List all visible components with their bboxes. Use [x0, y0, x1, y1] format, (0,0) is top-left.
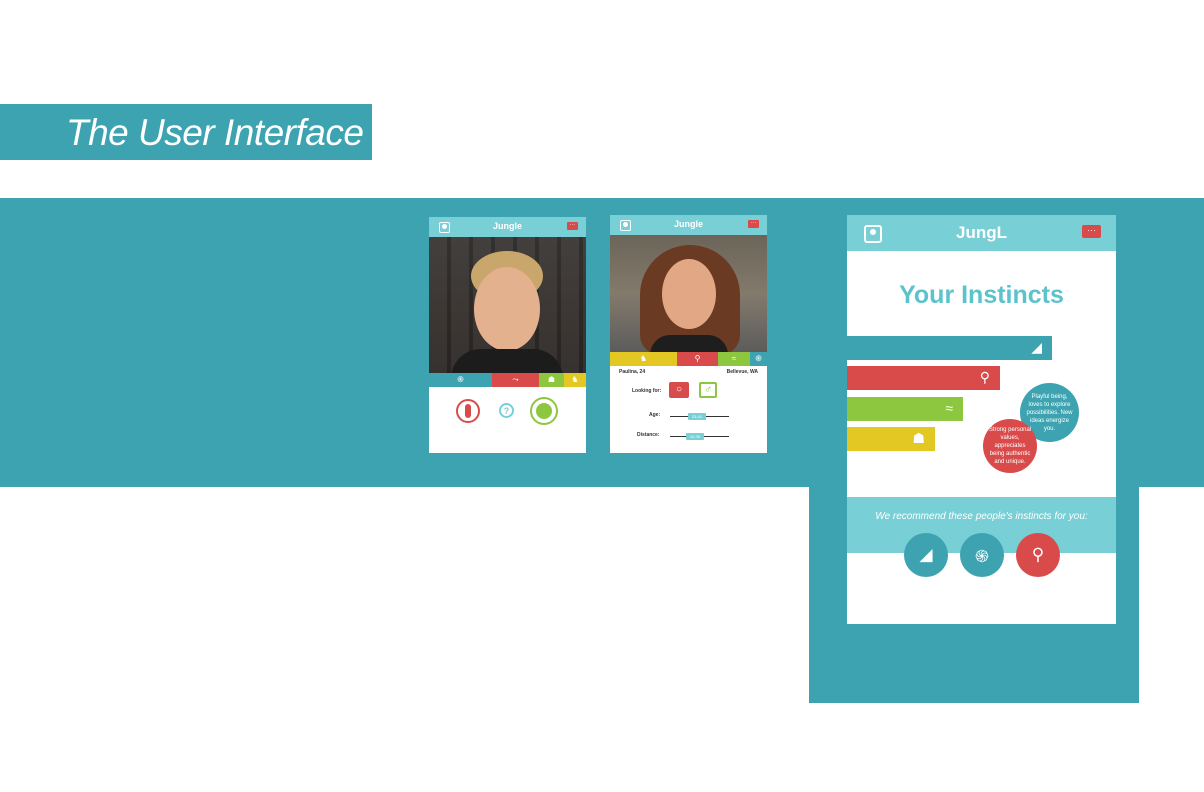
instinct-strip: ♞ ⚲ ≈ ֍ — [610, 352, 767, 366]
profile-location: Bellevue, WA — [726, 369, 758, 375]
instinct-bubble-red: Strong personal values, appreciates bein… — [983, 419, 1037, 473]
instinct-bar-dolphin: ◢ — [847, 336, 1052, 360]
profile-photo[interactable] — [429, 237, 586, 373]
person-shirt — [451, 349, 563, 373]
instinct-bar-flamingo: ⚲ — [847, 366, 1000, 390]
dolphin-icon[interactable]: ◢ — [904, 533, 948, 577]
app-logo: JungL — [956, 223, 1007, 242]
recommend-text: We recommend these people's instincts fo… — [875, 511, 1088, 522]
flamingo-icon: ⚲ — [677, 352, 718, 366]
apple-icon[interactable] — [530, 397, 558, 425]
question-button[interactable]: ? — [499, 403, 514, 418]
octopus-icon: ֍ — [750, 352, 767, 366]
chat-icon[interactable]: ··· — [567, 222, 578, 230]
age-slider[interactable]: 23-41 — [688, 413, 706, 420]
monkey-icon: ⤳ — [492, 373, 539, 387]
flamingo-icon[interactable]: ⚲ — [1016, 533, 1060, 577]
person-face — [474, 267, 540, 351]
action-row: ? — [429, 387, 586, 453]
profile-details: Paulina, 24 Bellevue, WA Looking for: ○ … — [610, 366, 767, 452]
distance-label: Distance: — [637, 432, 660, 438]
dog-icon: ♞ — [610, 352, 677, 366]
octopus-icon: ֍ — [429, 373, 492, 387]
phone-screen-profile: Jungle ··· ♞ ⚲ ≈ ֍ Paulina, 24 Bellevue,… — [610, 215, 767, 453]
slide-title: The User Interface — [66, 112, 364, 153]
dog-icon: ♞ — [564, 373, 586, 387]
turtle-icon: ☗ — [912, 430, 925, 446]
crocodile-icon: ≈ — [718, 352, 750, 366]
search-icon[interactable]: ○ — [669, 382, 689, 398]
turtle-icon: ☗ — [539, 373, 564, 387]
phone-screen-instincts: JungL ··· Your Instincts ◢ ⚲ ≈ ☗ Playful… — [847, 215, 1116, 624]
instinct-strip: ֍ ⤳ ☗ ♞ — [429, 373, 586, 387]
chat-icon[interactable]: ··· — [1082, 225, 1101, 238]
app-header: Jungle ··· — [610, 215, 767, 235]
profile-name: Paulina, 24 — [619, 369, 646, 375]
looking-for-label: Looking for: — [632, 388, 662, 394]
male-icon[interactable]: ♂ — [699, 382, 717, 398]
person-face — [662, 259, 716, 329]
apple-core-icon[interactable] — [456, 399, 480, 423]
app-header: Jungle ··· — [429, 217, 586, 237]
flamingo-icon: ⚲ — [979, 369, 990, 385]
instinct-bar-crocodile: ≈ — [847, 397, 963, 421]
crocodile-icon: ≈ — [945, 400, 953, 416]
octopus-icon[interactable]: ֍ — [960, 533, 1004, 577]
instincts-heading: Your Instincts — [899, 281, 1064, 309]
age-label: Age: — [649, 412, 661, 418]
distance-slider[interactable]: 10-35 — [686, 433, 704, 440]
app-logo: Jungle — [492, 221, 522, 231]
phone-screen-swipe: Jungle ··· ֍ ⤳ ☗ ♞ ? — [429, 217, 586, 453]
dolphin-icon: ◢ — [1031, 339, 1042, 355]
title-banner: The User Interface — [0, 104, 372, 160]
app-header: JungL ··· — [847, 215, 1116, 251]
instinct-bar-turtle: ☗ — [847, 427, 935, 451]
person-body — [650, 335, 728, 352]
app-logo: Jungle — [673, 219, 703, 229]
chat-icon[interactable]: ··· — [748, 220, 759, 228]
profile-photo[interactable] — [610, 235, 767, 352]
